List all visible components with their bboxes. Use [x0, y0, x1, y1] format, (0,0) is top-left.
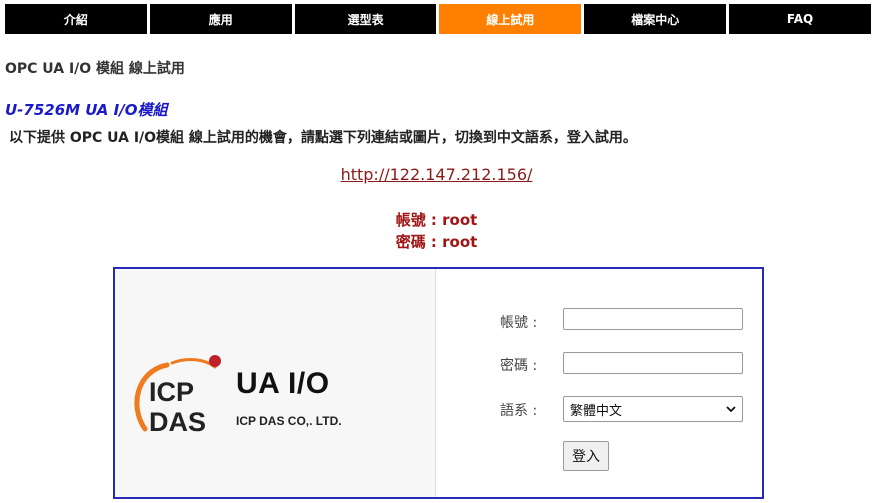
tab-label: 應用	[208, 12, 233, 27]
account-label: 帳號 :	[500, 315, 538, 331]
brand-name: UA I/O	[236, 367, 330, 400]
account-input[interactable]	[563, 308, 743, 330]
model-title: U-7526M UA I/O模組	[5, 101, 168, 119]
logo-text-top: ICP	[149, 377, 194, 407]
description-text: 以下提供 OPC UA I/O模組 線上試用的機會，請點選下列連結或圖片，切換到…	[9, 130, 637, 146]
chevron-down-icon	[726, 405, 736, 412]
top-nav: 介紹 應用 選型表 線上試用 檔案中心 FAQ	[5, 4, 871, 34]
tab-label: 線上試用	[486, 12, 535, 27]
tab-online-trial[interactable]: 線上試用	[439, 4, 582, 34]
tab-applications[interactable]: 應用	[149, 4, 292, 34]
tab-label: 選型表	[347, 12, 384, 27]
tab-selection-guide[interactable]: 選型表	[294, 4, 437, 34]
logo-text-bottom: DAS	[149, 407, 206, 437]
tab-faq[interactable]: FAQ	[729, 4, 871, 34]
tab-label: 檔案中心	[631, 12, 680, 27]
company-name: ICP DAS CO,. LTD.	[236, 414, 342, 428]
tab-download-center[interactable]: 檔案中心	[584, 4, 727, 34]
password-credential: 密碼 : root	[395, 233, 478, 251]
password-label: 密碼 :	[500, 358, 538, 374]
language-label: 語系 :	[500, 403, 538, 419]
language-selected: 繁體中文	[570, 403, 623, 419]
login-button[interactable]: 登入	[563, 441, 609, 471]
language-select[interactable]: 繁體中文	[563, 396, 743, 422]
login-preview-panel[interactable]: ICP DAS UA I/O ICP DAS CO,. LTD. 帳號 : 密碼…	[113, 267, 764, 499]
tab-label: 介紹	[63, 12, 88, 27]
panel-divider	[435, 269, 436, 497]
tab-intro[interactable]: 介紹	[5, 4, 147, 34]
logo-area: ICP DAS UA I/O ICP DAS CO,. LTD.	[115, 269, 435, 497]
tab-label: FAQ	[786, 12, 814, 26]
trial-link[interactable]: http://122.147.212.156/	[0, 165, 873, 184]
account-credential: 帳號 : root	[395, 211, 478, 229]
page-heading: OPC UA I/O 模組 線上試用	[5, 61, 185, 77]
password-input[interactable]	[563, 352, 743, 374]
